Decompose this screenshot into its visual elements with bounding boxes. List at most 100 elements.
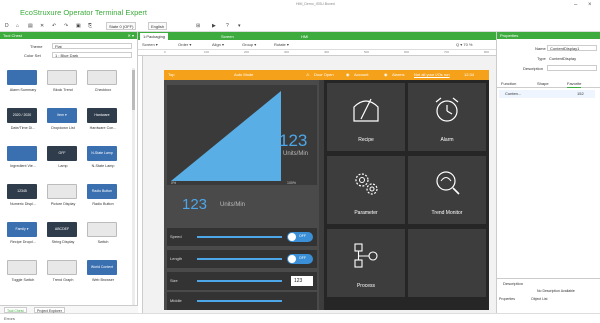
colorset-select[interactable]: 1 : Blue Dark [52,52,132,58]
tab-screen[interactable]: Screen [218,33,237,40]
group-menu[interactable]: Group ▾ [242,42,256,48]
tool-item[interactable]: Alarm Summary [4,68,42,98]
home-icon[interactable]: ⌂ [16,22,19,30]
tool-item[interactable]: OFF Lamp [44,144,82,174]
tool-item[interactable]: 2020 / 2020 Date/Time Di... [4,106,42,136]
close-button[interactable]: × [588,2,592,8]
tool-item[interactable]: Checkbox [84,68,122,98]
tool-item[interactable]: ABCDEF String Display [44,220,82,250]
undo-icon[interactable]: ↶ [52,22,56,30]
more-icon[interactable]: ▾ [238,22,241,30]
property-item-label: Conten... [505,91,522,96]
alarm-message[interactable]: Not all your I/Os run [414,72,450,78]
tool-label: Block Trend [53,88,73,92]
tile-process[interactable]: Process [327,229,405,297]
tool-item[interactable]: Ingredient Vie... [4,144,42,174]
grid-icon[interactable]: ⊞ [196,22,200,30]
tool-label: Recipe Dropd... [10,240,36,244]
run-icon[interactable]: ▶ [212,22,216,30]
screen-menu[interactable]: Screen ▾ [142,42,158,48]
tool-label: Picture Display [50,202,76,206]
account-icon[interactable]: ◉ [346,72,350,78]
state-combo[interactable]: State 0 (OFF) [106,22,137,30]
property-item-value: 152 [577,91,584,96]
tool-thumbnail [7,146,37,161]
tool-item[interactable]: Family ▾ Recipe Dropd... [4,220,42,250]
tab-packaging[interactable]: 1:Packaging [140,33,169,40]
tool-item[interactable]: Radio Button Radio Button [84,182,122,212]
tile-alarm[interactable]: Alarm [408,83,486,151]
size-input[interactable]: 123 [291,276,313,286]
length-slider[interactable] [197,258,282,260]
list-icon[interactable]: ▤ [28,22,33,30]
theme-select[interactable]: Flat [52,43,132,49]
tool-item[interactable]: N-State Lamp N-State Lamp [84,144,122,174]
warning-icon: ⚠ [306,72,310,77]
navigation-tiles: Recipe Alarm Parameter Trend Monitor Pro… [324,80,489,310]
middle-label: Middle [170,298,182,303]
tab-properties[interactable]: Properties [499,297,515,301]
redo-icon[interactable]: ↷ [64,22,68,30]
description-field[interactable] [547,65,597,71]
length-toggle[interactable]: OFF [287,254,313,264]
tab-hmi[interactable]: HMI [298,33,311,40]
speed-toggle[interactable]: OFF [287,232,313,242]
tool-scrollbar[interactable] [132,68,135,308]
type-value: ContentDisplay [549,56,577,61]
tab-shape[interactable]: Shape [537,81,549,87]
help-icon[interactable]: ? [226,22,229,30]
delete-icon[interactable]: ✕ [40,22,44,30]
type-label: Type [537,56,546,61]
title-bar: EcoStruxure Operator Terminal Expert HMI… [0,0,600,20]
new-icon[interactable]: D [5,22,9,30]
rotate-menu[interactable]: Rotate ▾ [274,42,289,48]
process-panel: 123 Units/Min 0% 100% 123 Units/Min Spee… [164,80,319,310]
tool-item[interactable]: Item ▾ Dropdown List [44,106,82,136]
tab-object-list[interactable]: Object List [531,297,548,301]
tab-favorite[interactable]: Favorite [567,81,582,88]
tile-parameter[interactable]: Parameter [327,156,405,224]
tool-item[interactable]: Picture Display [44,182,82,212]
tool-item[interactable]: Switch [84,220,122,250]
tool-label: Dropdown List [51,126,75,130]
order-menu[interactable]: Order ▾ [178,42,191,48]
align-menu[interactable]: Align ▾ [212,42,224,48]
status-account[interactable]: Account [354,72,368,78]
status-alarms: Alarms [392,72,405,77]
minimize-button[interactable]: – [574,2,577,8]
tool-thumbnail: Hardware configuration [87,108,117,132]
language-combo[interactable]: English [148,22,168,30]
middle-slider[interactable] [197,300,282,302]
zoom-control[interactable]: Q ▾ 70 % [456,42,472,48]
tile-recipe[interactable]: Recipe [327,83,405,151]
speed-slider[interactable] [197,236,282,238]
tool-item[interactable]: World Content Web Browser [84,258,122,288]
tool-item[interactable]: Block Trend [44,68,82,98]
hmi-screen-canvas[interactable]: Top Auto Mode ⚠ Door Open ◉ Account ◉ Al… [164,70,489,310]
tile-trend-monitor[interactable]: Trend Monitor [408,156,486,224]
copy-icon[interactable]: ⎘ [88,22,92,30]
screen-icon[interactable]: ▣ [76,22,81,30]
description-section: Description No Description Available Pro… [497,278,600,304]
tool-thumbnail [47,184,77,199]
property-tabs: Function Shape Favorite [497,80,600,88]
tool-label: Checkbox [94,88,112,92]
tool-item[interactable]: Toggle Switch [4,258,42,288]
tool-label: Numeric Displ... [9,202,37,206]
status-footer: Errors [0,313,600,323]
name-field[interactable]: ContentDisplay1 [547,45,597,51]
tool-item[interactable]: 12345 Numeric Displ... [4,182,42,212]
tool-item[interactable]: Hardware configuration Hardware Con... [84,106,122,136]
tool-thumbnail: N-State Lamp [87,146,117,161]
speed-control: Speed OFF [167,228,317,246]
status-mode: Auto Mode [234,72,254,77]
tab-function[interactable]: Function [501,81,516,87]
tool-item[interactable]: Trend Graph [44,258,82,288]
scroll-thumb[interactable] [132,70,135,110]
errors-status[interactable]: Errors [4,316,15,321]
tool-thumbnail: World Content [87,260,117,275]
tool-thumbnail [7,260,37,275]
panel-controls-icon[interactable]: ✕ ▾ [128,32,134,39]
property-item[interactable]: Conten... 152 [499,90,595,98]
size-slider[interactable] [197,280,282,282]
